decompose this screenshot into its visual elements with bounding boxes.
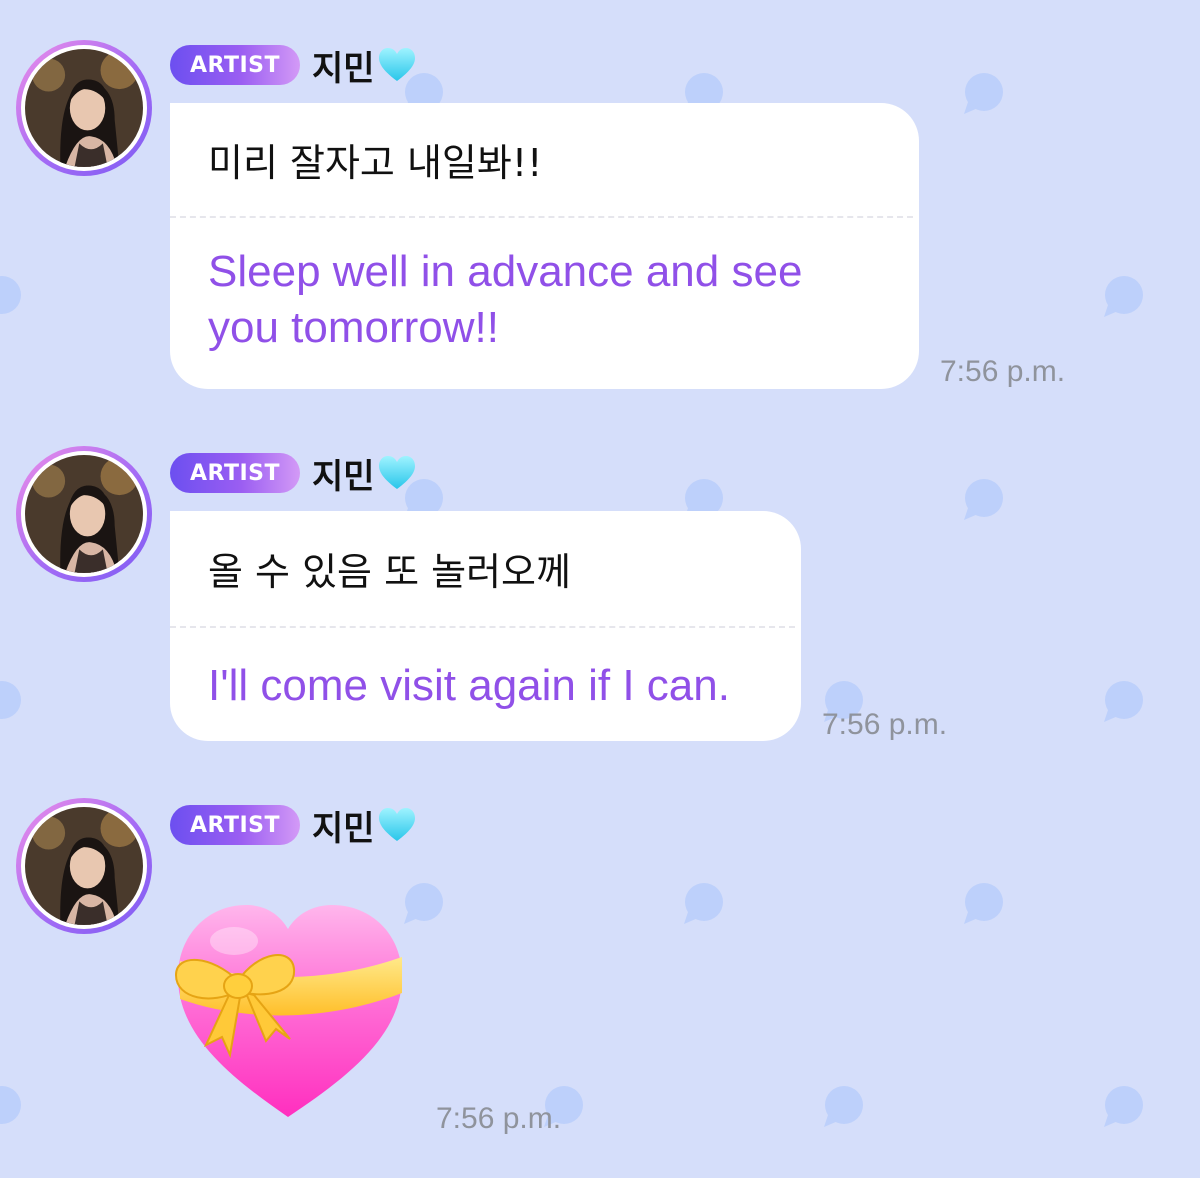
sender-name[interactable]: 지민 — [312, 801, 375, 850]
profile-photo — [25, 807, 143, 925]
message-timestamp: 7:56 p.m. — [940, 355, 1066, 388]
avatar[interactable] — [16, 798, 152, 934]
artist-badge: ARTIST — [170, 453, 301, 493]
light-blue-heart-icon — [378, 456, 415, 489]
translated-text: I'll come visit again if I can. — [208, 661, 730, 710]
chat-message: ARTIST 지민 올 수 있음 또 놀러오께 I'll come visit … — [0, 400, 1200, 780]
artist-badge: ARTIST — [170, 45, 301, 85]
artist-badge: ARTIST — [170, 805, 301, 845]
avatar[interactable] — [16, 446, 152, 582]
sender-row: ARTIST 지민 — [170, 801, 417, 850]
message-bubble[interactable]: 올 수 있음 또 놀러오께 I'll come visit again if I… — [170, 511, 801, 741]
sender-row: ARTIST 지민 — [170, 449, 417, 498]
profile-photo — [25, 49, 143, 167]
sender-name[interactable]: 지민 — [312, 449, 375, 498]
message-timestamp: 7:56 p.m. — [822, 708, 948, 741]
sender-row: ARTIST 지민 — [170, 41, 417, 90]
translated-text: Sleep well in advance and see you tomorr… — [208, 247, 803, 352]
message-timestamp: 7:56 p.m. — [436, 1102, 562, 1135]
sender-name[interactable]: 지민 — [312, 41, 375, 90]
profile-photo — [25, 455, 143, 573]
message-text: 미리 잘자고 내일봐!! — [208, 141, 543, 185]
chat-message: ARTIST 지민 7:56 p.m. — [0, 780, 1200, 1178]
message-bubble[interactable]: 미리 잘자고 내일봐!! Sleep well in advance and s… — [170, 103, 919, 389]
avatar[interactable] — [16, 40, 152, 176]
light-blue-heart-icon — [378, 808, 415, 841]
light-blue-heart-icon — [378, 48, 415, 81]
message-text: 올 수 있음 또 놀러오께 — [208, 550, 571, 594]
chat-message: ARTIST 지민 미리 잘자고 내일봐!! Sleep well in adv… — [0, 0, 1200, 400]
